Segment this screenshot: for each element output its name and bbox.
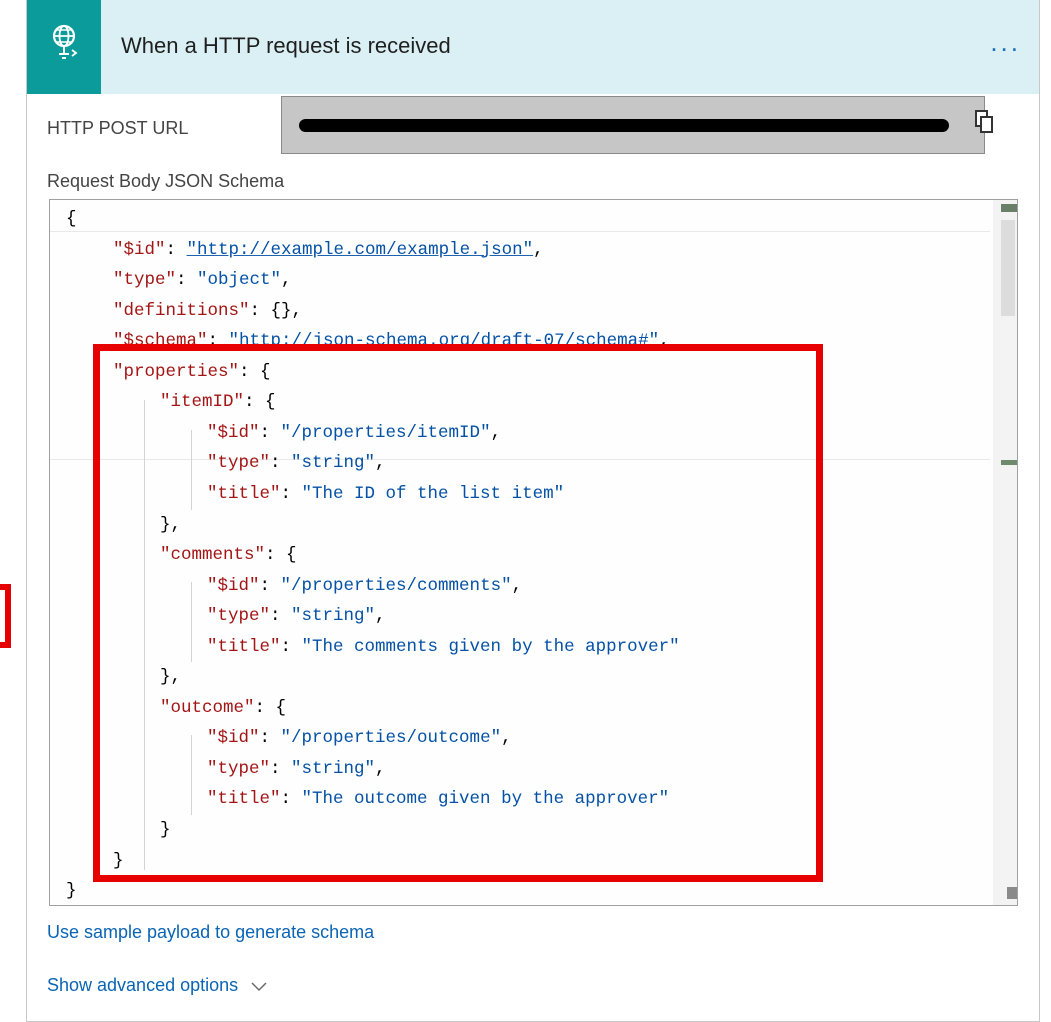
code-token: } [66, 881, 77, 902]
code-token: "definitions" [113, 300, 250, 321]
code-token: "object" [197, 270, 282, 291]
code-token: : [165, 239, 187, 260]
advanced-options-label: Show advanced options [47, 975, 239, 995]
card-header[interactable]: When a HTTP request is received ... [27, 0, 1039, 94]
properties-highlight-annotation [93, 344, 823, 882]
chevron-down-icon [251, 976, 267, 997]
more-options-button[interactable]: ... [990, 29, 1021, 55]
code-token: "http://example.com/example.json" [186, 239, 534, 260]
code-line: { [66, 204, 77, 234]
url-label: HTTP POST URL [47, 118, 189, 138]
code-line: } [66, 876, 77, 905]
globe-request-icon [27, 0, 101, 94]
show-advanced-options-toggle[interactable]: Show advanced options [47, 975, 267, 997]
code-token: : {}, [249, 300, 303, 321]
scroll-thumb[interactable] [1001, 220, 1015, 316]
code-token: , [533, 239, 544, 260]
redacted-url [299, 119, 949, 132]
schema-label: Request Body JSON Schema [47, 171, 285, 191]
code-line: "type": "object", [113, 265, 292, 295]
code-line: "$id": "http://example.com/example.json"… [113, 235, 544, 265]
code-token: "$id" [113, 239, 166, 260]
code-line: "definitions": {}, [113, 296, 302, 326]
partial-highlight-annotation [0, 584, 11, 648]
code-token: "type" [113, 270, 177, 291]
code-token: , [281, 270, 292, 291]
copy-icon[interactable] [974, 109, 996, 140]
editor-scrollbar[interactable] [993, 200, 1017, 905]
code-token: { [66, 209, 77, 229]
http-post-url-field[interactable] [281, 96, 985, 154]
sample-payload-link[interactable]: Use sample payload to generate schema [47, 922, 374, 943]
code-token: : [176, 270, 198, 291]
trigger-title[interactable]: When a HTTP request is received [121, 33, 451, 59]
